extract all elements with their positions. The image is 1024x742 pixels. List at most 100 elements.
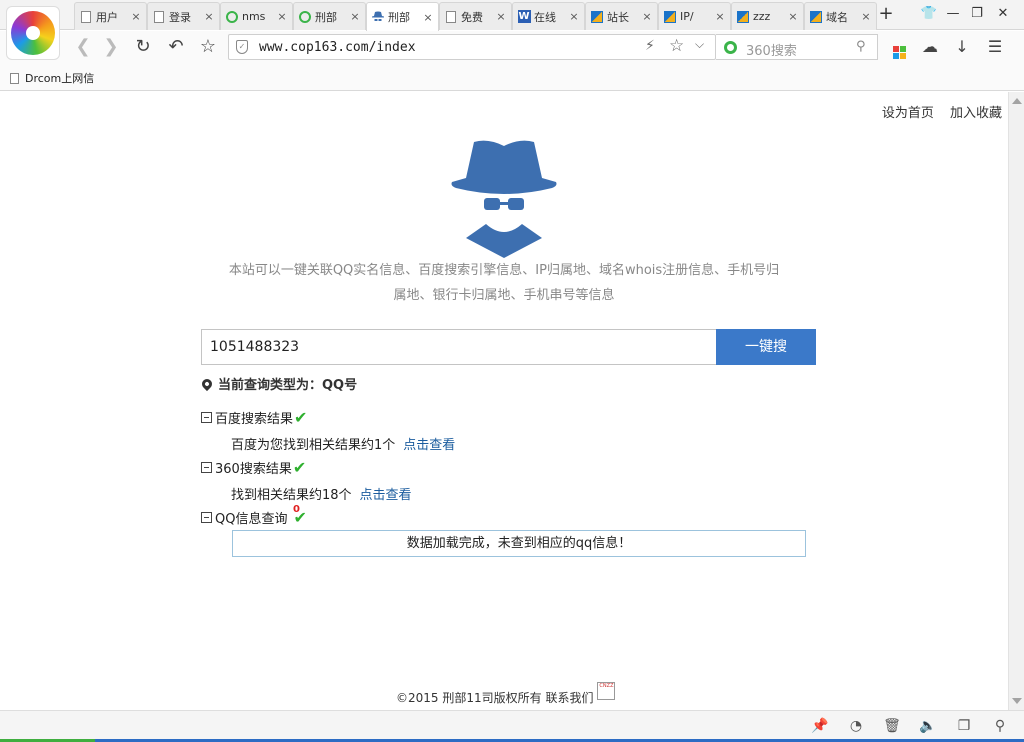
tab-label: 刑部 <box>315 10 337 24</box>
qq-result-title: QQ信息查询 <box>215 512 288 527</box>
baidu-result-text: 百度为您找到相关结果约1个 <box>231 438 396 453</box>
cloud-icon[interactable]: ☁ <box>918 36 942 60</box>
pin-icon[interactable]: 📌 <box>810 717 830 737</box>
bookmark-star-icon[interactable]: ☆ <box>669 36 684 56</box>
skin-icon[interactable]: 👕 <box>920 5 938 23</box>
top-links: 设为首页 加入收藏 <box>870 102 1002 121</box>
close-icon[interactable]: × <box>568 10 580 23</box>
undo-icon[interactable]: ↶ <box>165 37 187 59</box>
tab-label: zzz <box>753 10 771 23</box>
360-result-header[interactable]: 360搜索结果 ✔ <box>201 458 306 477</box>
add-favorite-link[interactable]: 加入收藏 <box>950 106 1002 121</box>
tab-label: 在线 <box>534 10 556 24</box>
close-window-icon[interactable]: ✕ <box>994 5 1012 23</box>
close-icon[interactable]: × <box>641 10 653 23</box>
tab-label: 免费 <box>461 10 483 24</box>
sound-icon[interactable]: 🔈 <box>918 717 938 737</box>
search-button[interactable]: 一键搜 <box>716 329 816 365</box>
360-search-icon <box>724 41 737 54</box>
tab-label: 用户 <box>96 10 118 24</box>
baidu-view-link[interactable]: 点击查看 <box>403 438 455 453</box>
tab-3[interactable]: nms × <box>220 2 293 30</box>
location-pin-icon <box>199 376 215 391</box>
menu-icon[interactable]: ☰ <box>983 36 1007 60</box>
close-icon[interactable]: × <box>714 10 726 23</box>
close-icon[interactable]: × <box>860 10 872 23</box>
baidu-result-header[interactable]: 百度搜索结果 ✔ <box>201 408 307 427</box>
scroll-down-icon[interactable] <box>1012 698 1022 704</box>
360-view-link[interactable]: 点击查看 <box>360 488 412 503</box>
close-icon[interactable]: × <box>787 10 799 23</box>
status-bar: 📌 ◔ 🗑 🔈 ❐ ⚲ <box>0 710 1024 742</box>
bookmark-label: Drcom上网信 <box>25 72 95 85</box>
set-homepage-link[interactable]: 设为首页 <box>882 106 934 121</box>
bookmarks-bar: Drcom上网信 <box>0 64 1024 91</box>
tab-4[interactable]: 刑部 × <box>293 2 366 30</box>
apps-icon[interactable] <box>887 36 911 60</box>
check-icon: ✔ <box>294 408 308 427</box>
tab-2[interactable]: 登录 × <box>147 2 220 30</box>
shield-icon: ✓ <box>236 40 248 54</box>
tab-bar: 用户 × 登录 × nms × 刑部 × 刑部 × 免费 × W 在线 × 站长 × IP/ × z… <box>0 0 1024 31</box>
close-icon[interactable]: × <box>130 10 142 23</box>
collapse-icon[interactable] <box>201 462 212 473</box>
tab-strip: 用户 × 登录 × nms × 刑部 × 刑部 × 免费 × W 在线 × 站长 × IP/ × z… <box>74 2 877 31</box>
page-icon <box>10 72 19 84</box>
nav-toolbar: ❮ ❯ ↻ ↶ ☆ ✓ www.cop163.com/index ⚡ ☆ ⌵ 3… <box>0 31 1024 64</box>
bolt-icon[interactable]: ⚡ <box>645 38 655 54</box>
accelerate-icon[interactable]: ◔ <box>846 717 866 737</box>
url-text[interactable]: www.cop163.com/index <box>259 40 416 55</box>
qq-result-message: 数据加载完成，未查到相应的qq信息！ <box>232 530 806 557</box>
window-icon[interactable]: ❐ <box>954 717 974 737</box>
query-input[interactable] <box>201 329 716 365</box>
cnzz-stats-icon[interactable]: CNZZ <box>597 682 616 700</box>
site-icon <box>663 10 677 24</box>
360-icon <box>225 10 239 24</box>
tab-6[interactable]: 免费 × <box>439 2 512 30</box>
tab-7[interactable]: W 在线 × <box>512 2 585 30</box>
bookmark-item[interactable]: Drcom上网信 <box>10 70 94 86</box>
collapse-icon[interactable] <box>201 512 212 523</box>
tab-9[interactable]: IP/ × <box>658 2 731 30</box>
collapse-icon[interactable] <box>201 412 212 423</box>
tab-8[interactable]: 站长 × <box>585 2 658 30</box>
close-icon[interactable]: × <box>495 10 507 23</box>
copyright-text[interactable]: ©2015 刑部11司版权所有 联系我们 <box>396 689 593 706</box>
qq-result-header[interactable]: QQ信息查询 ✔ <box>201 508 307 527</box>
tab-10[interactable]: zzz × <box>731 2 804 30</box>
tab-5-active[interactable]: 刑部 × <box>366 2 439 31</box>
close-icon[interactable]: × <box>203 10 215 23</box>
favorite-star-icon[interactable]: ☆ <box>197 37 219 59</box>
qq-count-badge: 0 <box>293 504 300 515</box>
download-icon[interactable]: ↓ <box>950 36 974 60</box>
tab-1[interactable]: 用户 × <box>74 2 147 30</box>
trash-icon[interactable]: 🗑 <box>882 717 902 737</box>
scroll-up-icon[interactable] <box>1012 98 1022 104</box>
reload-icon[interactable]: ↻ <box>132 37 154 59</box>
baidu-result-body: 百度为您找到相关结果约1个 点击查看 <box>231 434 455 453</box>
footer: ©2015 刑部11司版权所有 联系我们 CNZZ <box>396 682 616 706</box>
chevron-down-icon[interactable]: ⌵ <box>695 37 704 52</box>
baidu-result-title: 百度搜索结果 <box>215 412 294 427</box>
check-icon: ✔ <box>292 458 307 477</box>
forward-icon[interactable]: ❯ <box>100 37 122 59</box>
vertical-scrollbar[interactable] <box>1008 92 1024 710</box>
close-icon[interactable]: × <box>349 10 361 23</box>
restore-icon[interactable]: ❐ <box>968 5 986 23</box>
spy-icon <box>371 10 385 24</box>
browser-logo[interactable] <box>6 6 60 60</box>
tab-label: 域名 <box>826 10 848 24</box>
close-icon[interactable]: × <box>276 10 288 23</box>
search-icon[interactable]: ⚲ <box>856 39 866 54</box>
zoom-icon[interactable]: ⚲ <box>990 717 1010 737</box>
search-engine-box[interactable]: 360搜索 ⚲ <box>716 34 878 60</box>
close-icon[interactable]: × <box>422 11 434 24</box>
query-type-label: 当前查询类型为：QQ号 <box>218 378 358 393</box>
back-icon[interactable]: ❮ <box>72 37 94 59</box>
tab-11[interactable]: 域名 × <box>804 2 877 30</box>
address-bar[interactable]: ✓ www.cop163.com/index ⚡ ☆ ⌵ <box>228 34 716 60</box>
tab-label: 站长 <box>607 10 629 24</box>
new-tab-button[interactable]: + <box>876 4 896 26</box>
minimize-icon[interactable]: — <box>944 5 962 23</box>
360-result-text: 找到相关结果约18个 <box>231 488 352 503</box>
